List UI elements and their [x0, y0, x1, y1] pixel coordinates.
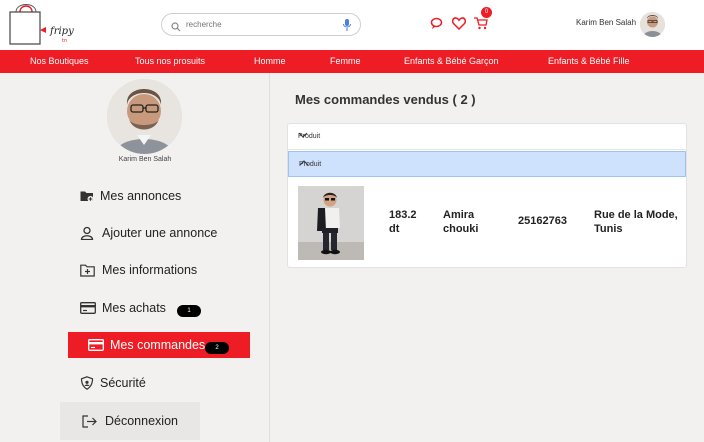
profile-avatar [107, 79, 182, 154]
chat-icon[interactable] [430, 17, 443, 35]
folder-plus-icon [80, 264, 95, 277]
cart-icon[interactable] [474, 17, 488, 35]
nav-item-enfants-garcon[interactable]: Enfants & Bébé Garçon [404, 56, 499, 66]
card-icon [88, 339, 104, 351]
heart-icon[interactable] [451, 17, 467, 35]
achats-count-badge: 1 [177, 305, 201, 317]
card-icon [80, 302, 96, 314]
nav-item-boutiques[interactable]: Nos Boutiques [30, 56, 89, 66]
folder-add-icon [80, 191, 94, 202]
fripy-logo[interactable]: fripy tn [6, 2, 86, 48]
microphone-icon[interactable] [343, 18, 351, 36]
sidebar-item-mes-achats[interactable]: Mes achats [80, 295, 270, 321]
order-buyer: Amira chouki [443, 209, 479, 235]
chevron-up-icon [299, 160, 675, 168]
product-image [298, 186, 364, 260]
sidebar-item-label: Mes commandes [110, 338, 206, 352]
cart-count-badge: 0 [481, 7, 492, 18]
order-phone: 25162763 [518, 215, 567, 227]
nav-item-enfants-fille[interactable]: Enfants & Bébé Fille [548, 56, 630, 66]
order-address: Rue de la Mode, Tunis [594, 209, 678, 235]
svg-text:tn: tn [62, 38, 67, 44]
logout-icon [82, 414, 97, 428]
search-icon [171, 19, 181, 37]
chevron-down-icon [298, 132, 676, 140]
header: fripy tn 0 Karim Ben Salah [0, 0, 704, 50]
sidebar-item-label: Ajouter une annonce [102, 226, 218, 240]
brand-text: fripy [49, 26, 74, 37]
orders-card: Produit Produit 183.2 dt Amira chouki 25… [287, 123, 687, 268]
order-price: 183.2 dt [389, 209, 417, 235]
sidebar-item-ajouter-annonce[interactable]: Ajouter une annonce [80, 220, 270, 246]
sidebar-item-label: Mes achats [102, 301, 166, 315]
header-user-name[interactable]: Karim Ben Salah [576, 18, 636, 27]
nav-item-homme[interactable]: Homme [254, 56, 286, 66]
sidebar-item-label: Mes annonces [100, 189, 182, 203]
sidebar-item-label: Mes informations [102, 263, 198, 277]
sidebar-item-label: Sécurité [100, 376, 146, 390]
accordion-header-collapsed[interactable]: Produit [288, 124, 686, 150]
page-title: Mes commandes vendus ( 2 ) [295, 92, 476, 107]
main-nav: Nos Boutiques Tous nos prosuits Homme Fe… [0, 50, 704, 73]
sidebar: Karim Ben Salah Mes annonces Ajouter une… [0, 73, 270, 442]
sidebar-item-mes-informations[interactable]: Mes informations [80, 257, 270, 283]
sidebar-item-mes-annonces[interactable]: Mes annonces [80, 183, 270, 209]
commandes-count-badge: 2 [205, 342, 229, 354]
header-avatar[interactable] [640, 12, 665, 37]
user-icon [80, 226, 94, 240]
search-input[interactable] [186, 17, 336, 32]
nav-item-products[interactable]: Tous nos prosuits [135, 56, 205, 66]
sidebar-item-deconnexion[interactable]: Déconnexion [60, 402, 200, 440]
nav-item-femme[interactable]: Femme [330, 56, 361, 66]
accordion-header-expanded[interactable]: Produit [288, 151, 686, 177]
search-bar[interactable] [161, 13, 361, 36]
sidebar-item-securite[interactable]: Sécurité [80, 370, 270, 396]
profile-name: Karim Ben Salah [118, 156, 172, 163]
sidebar-item-label: Déconnexion [105, 414, 178, 428]
shield-icon [80, 376, 94, 390]
